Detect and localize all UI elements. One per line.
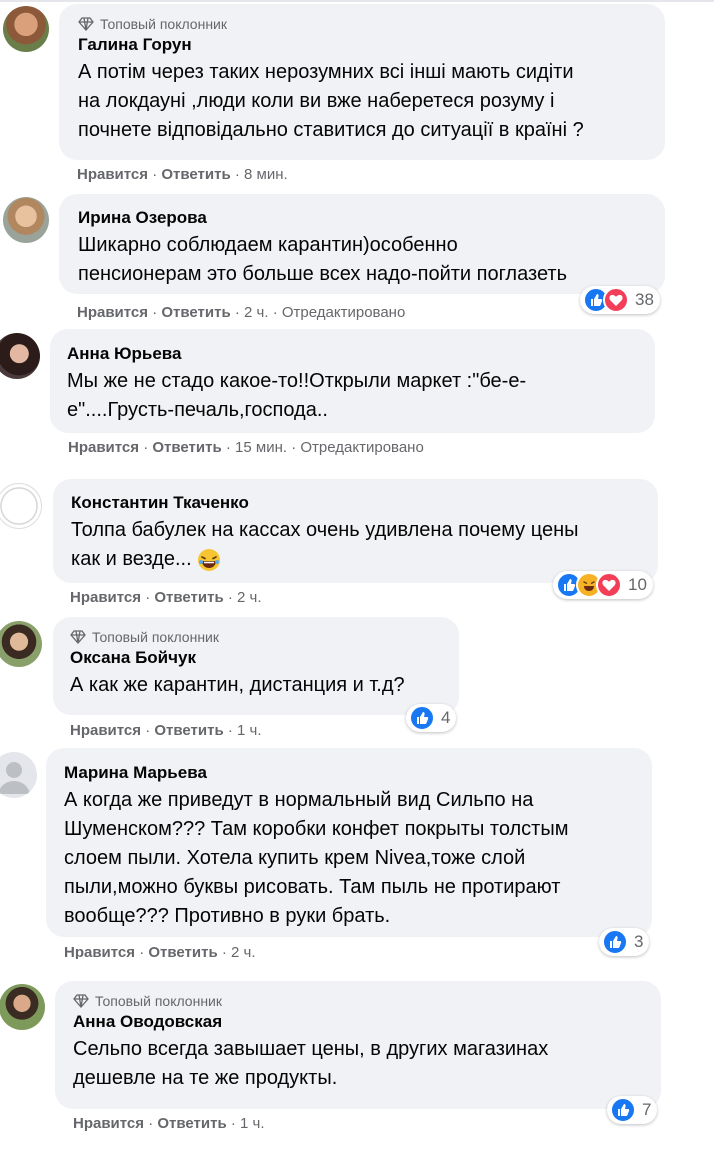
badge-label: Топовый поклонник [95,993,222,1009]
comment-time[interactable]: 8 мин. [244,166,288,183]
comment-text: Сельпо всегда завышает цены, в других ма… [73,1038,549,1089]
edited-label: Отредактировано [300,439,424,456]
reply-link[interactable]: Ответить [157,1115,226,1132]
diamond-icon [70,630,86,644]
like-icon [602,929,628,955]
like-link[interactable]: Нравится [68,439,139,456]
badge-label: Топовый поклонник [100,16,227,32]
like-link[interactable]: Нравится [77,166,148,183]
comment-time[interactable]: 15 мин. [235,439,287,456]
reply-link[interactable]: Ответить [152,439,221,456]
like-icon [409,705,435,731]
avatar[interactable] [0,483,42,529]
reply-link[interactable]: Ответить [154,722,223,739]
reactions-summary[interactable]: 38 [580,286,660,314]
comment-bubble: Топовый поклонник Оксана Бойчук А как же… [53,617,459,715]
comment-bubble: Ирина Озерова Шикарно соблюдаем карантин… [59,194,665,294]
comment-bubble: Константин Ткаченко Толпа бабулек на кас… [53,479,658,583]
reply-link[interactable]: Ответить [161,304,230,321]
comment-bubble: Топовый поклонник Галина Горун А потім ч… [59,4,665,160]
reply-link[interactable]: Ответить [154,589,223,606]
love-icon [596,572,622,598]
reactions-summary[interactable]: 10 [553,571,653,599]
top-fan-badge: Топовый поклонник [78,14,648,34]
comment-time[interactable]: 1 ч. [237,722,262,739]
comment-actions: Нравится · Ответить · 1 ч. [70,722,262,739]
comment-actions: Нравится · Ответить · 2 ч. · Отредактиро… [77,304,406,321]
default-avatar-icon [0,762,30,794]
reaction-count: 38 [635,290,654,309]
reaction-count: 4 [441,708,451,727]
avatar[interactable] [3,6,49,52]
reaction-count: 3 [634,932,644,951]
reply-link[interactable]: Ответить [148,944,217,959]
top-divider [0,0,714,2]
like-link[interactable]: Нравится [77,304,148,321]
avatar[interactable] [0,752,37,798]
like-link[interactable]: Нравится [73,1115,144,1132]
like-link[interactable]: Нравится [64,944,135,959]
laughing-emoji-icon [198,548,221,571]
comment-text: Мы же не стадо какое-то!!Открыли маркет … [67,370,527,421]
comment-author[interactable]: Оксана Бойчук [70,647,442,669]
comment-time[interactable]: 2 ч. [244,304,269,321]
comment-text: А как же карантин, дистанция и т.д? [70,674,405,696]
comment-actions: Нравится · Ответить · 8 мин. [77,166,288,183]
avatar[interactable] [0,333,40,379]
comment-author[interactable]: Марина Марьева [64,762,635,784]
comment-author[interactable]: Константин Ткаченко [71,492,641,514]
like-icon [610,1097,636,1123]
like-link[interactable]: Нравится [70,589,141,606]
comment-time[interactable]: 1 ч. [240,1115,265,1132]
reply-link[interactable]: Ответить [161,166,230,183]
top-fan-badge: Топовый поклонник [73,991,644,1011]
avatar[interactable] [3,197,49,243]
comment-text: А когда же приведут в нормальный вид Сил… [64,789,569,927]
avatar[interactable] [0,621,42,667]
reactions-summary[interactable]: 7 [607,1096,658,1124]
comment-time[interactable]: 2 ч. [231,944,256,959]
actions-clip: Нравится · Ответить · 2 ч. [64,943,364,959]
comment-actions: Нравится · Ответить · 1 ч. [73,1115,265,1132]
reactions-summary[interactable]: 4 [406,704,457,732]
comment-bubble: Марина Марьева А когда же приведут в нор… [46,748,652,937]
top-fan-badge: Топовый поклонник [70,627,442,647]
diamond-icon [78,17,94,31]
comment-author[interactable]: Галина Горун [78,34,648,56]
reactions-summary[interactable]: 3 [599,928,650,956]
comment-author[interactable]: Анна Юрьева [67,343,638,365]
comment-author[interactable]: Анна Оводовская [73,1011,644,1033]
badge-label: Топовый поклонник [92,629,219,645]
comment-actions: Нравится · Ответить · 2 ч. [70,589,262,606]
love-icon [603,287,629,313]
comment-bubble: Анна Юрьева Мы же не стадо какое-то!!Отк… [50,329,655,433]
comment-text: Шикарно соблюдаем карантин)особенно пенс… [78,234,567,285]
diamond-icon [73,994,89,1008]
edited-label: Отредактировано [281,304,406,321]
comment-actions: Нравится · Ответить · 15 мин. · Отредакт… [68,439,424,456]
comment-bubble: Топовый поклонник Анна Оводовская Сельпо… [55,981,661,1109]
like-link[interactable]: Нравится [70,722,141,739]
comment-author[interactable]: Ирина Озерова [78,207,648,229]
comment-actions: Нравится · Ответить · 2 ч. [64,944,256,959]
reaction-count: 10 [628,575,647,594]
comment-text: Толпа бабулек на кассах очень удивлена п… [71,519,579,571]
reaction-count: 7 [642,1100,652,1119]
comment-text: А потім через таких нерозумних всі інші … [78,61,584,141]
avatar[interactable] [0,984,45,1030]
comment-time[interactable]: 2 ч. [237,589,262,606]
